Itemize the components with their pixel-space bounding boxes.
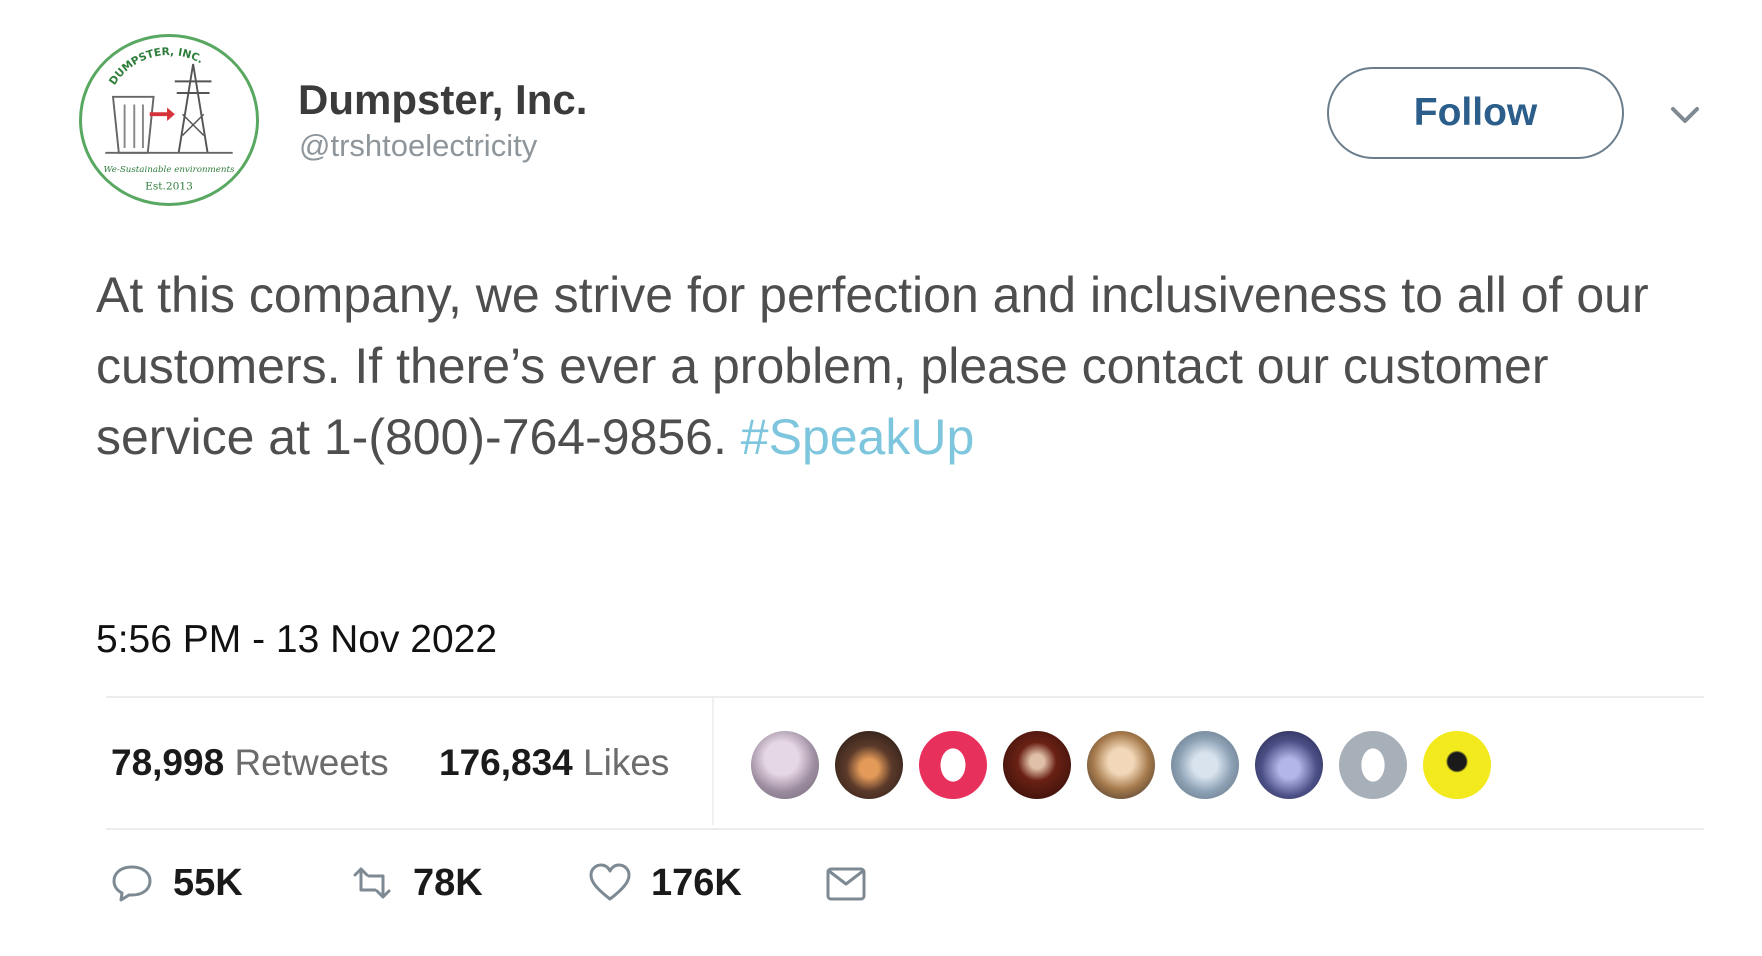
retweets-stat[interactable]: 78,998 Retweets (111, 742, 389, 784)
tweet-text-line-3-body: service at 1-(800)-764-9856. (96, 409, 741, 465)
account-name[interactable]: Dumpster, Inc. (298, 76, 587, 124)
liker-avatar[interactable] (1087, 731, 1155, 799)
retweet-button[interactable]: 78K (349, 858, 483, 908)
liker-avatar[interactable] (1003, 731, 1071, 799)
reply-icon (112, 865, 152, 902)
retweet-icon (353, 867, 391, 899)
like-button[interactable]: 176K (587, 858, 742, 908)
account-handle[interactable]: @trshtoelectricity (299, 128, 537, 164)
like-count: 176K (651, 861, 742, 904)
liker-avatar[interactable] (751, 731, 819, 799)
likes-stat[interactable]: 176,834 Likes (439, 742, 669, 784)
hashtag-link[interactable]: #SpeakUp (741, 409, 975, 465)
company-logo-icon: DUMPSTER, INC. We-Sustainable environmen… (104, 45, 235, 193)
follow-button[interactable]: Follow (1327, 67, 1624, 159)
liker-avatar[interactable] (1339, 731, 1407, 799)
reply-button[interactable]: 55K (109, 858, 243, 908)
liker-avatar[interactable] (1255, 731, 1323, 799)
likes-label: Likes (583, 742, 670, 783)
liker-avatar[interactable] (1423, 731, 1491, 799)
tweet-text: At this company, we strive for perfectio… (96, 260, 1716, 473)
tweet-timestamp[interactable]: 5:56 PM - 13 Nov 2022 (96, 618, 497, 662)
retweets-count: 78,998 (111, 742, 225, 783)
logo-middle-text: We-Sustainable environments (104, 165, 235, 175)
reply-count: 55K (173, 861, 243, 904)
liker-avatar[interactable] (1171, 731, 1239, 799)
profile-avatar[interactable]: DUMPSTER, INC. We-Sustainable environmen… (79, 34, 259, 206)
logo-bottom-text: Est.2013 (145, 179, 193, 192)
direct-message-button[interactable] (823, 858, 869, 908)
divider (106, 828, 1704, 830)
tweet-text-line-1: At this company, we strive for perfectio… (96, 267, 1649, 323)
liker-avatar[interactable] (919, 731, 987, 799)
retweets-label: Retweets (234, 742, 389, 783)
envelope-icon (826, 867, 866, 901)
liker-avatar[interactable] (835, 731, 903, 799)
heart-icon (589, 863, 631, 901)
divider (106, 696, 1704, 698)
tweet-text-line-3: service at 1-(800)-764-9856. #SpeakUp (96, 402, 1716, 473)
retweet-count: 78K (413, 861, 483, 904)
tweet-text-line-2: customers. If there’s ever a problem, pl… (96, 338, 1549, 394)
more-options-chevron-down-icon[interactable] (1665, 100, 1705, 130)
likes-count: 176,834 (439, 742, 573, 783)
vertical-divider (712, 697, 714, 825)
